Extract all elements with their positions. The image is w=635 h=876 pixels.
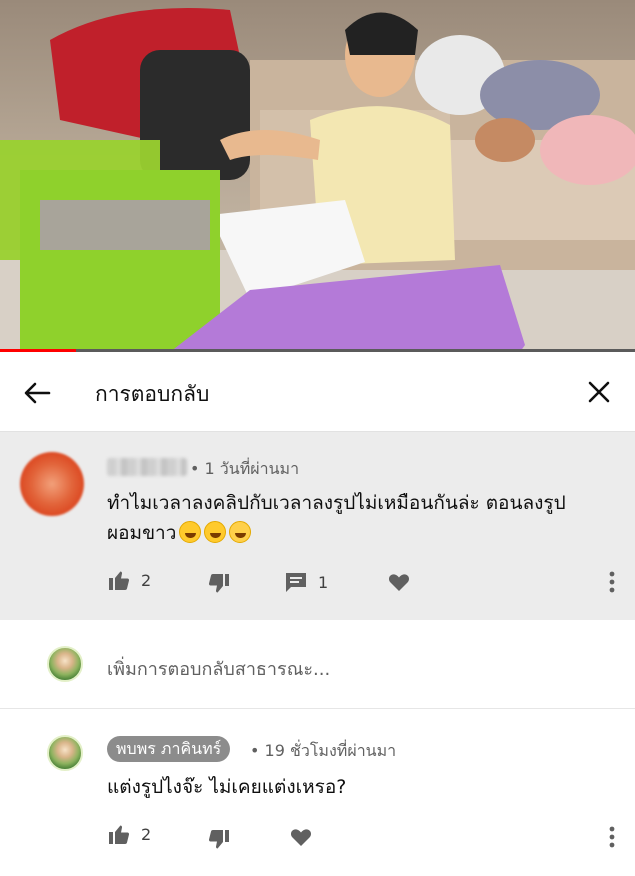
heart-icon xyxy=(290,829,312,846)
close-button[interactable] xyxy=(585,378,613,406)
reply-heart-button[interactable] xyxy=(289,823,313,851)
thumbs-down-icon xyxy=(208,830,229,849)
comment-icon xyxy=(286,573,306,592)
smiling-face-emoji-icon xyxy=(229,521,252,543)
reply-time: • 19 ชั่วโมงที่ผ่านมา xyxy=(250,741,397,760)
reply-author-name[interactable]: พบพร ภาคินทร์ xyxy=(107,736,231,762)
more-vert-icon xyxy=(609,571,615,593)
comment-text-line-2: ผอมขาว xyxy=(107,522,177,544)
reply-author-avatar[interactable] xyxy=(47,735,83,771)
reply-text: แต่งรูปไงจ๊ะ ไม่เคยแต่งเหรอ? xyxy=(107,776,347,798)
thumbs-up-icon xyxy=(109,571,130,590)
video-player[interactable] xyxy=(0,0,635,352)
grinning-face-emoji-icon xyxy=(179,521,202,543)
thumbs-down-icon xyxy=(208,574,229,593)
back-button[interactable] xyxy=(22,378,52,408)
arrow-left-icon xyxy=(24,382,51,404)
commenter-avatar[interactable] xyxy=(20,452,84,516)
comment-text-line-1: ทำไมเวลาลงคลิปกับเวลาลงรูปไม่เหมือนกันล่… xyxy=(107,492,566,514)
grinning-face-emoji-icon xyxy=(204,521,227,543)
comment-menu-button[interactable] xyxy=(608,570,616,594)
more-vert-icon xyxy=(609,826,615,848)
like-button[interactable]: 2 xyxy=(107,566,151,594)
reply-button[interactable]: 1 xyxy=(284,568,328,596)
thumbs-up-icon xyxy=(109,825,130,844)
heart-button[interactable] xyxy=(387,568,411,596)
reply-dislike-button[interactable] xyxy=(207,826,231,854)
replies-header: การตอบกลับ xyxy=(0,352,635,432)
video-frame-image xyxy=(0,8,635,352)
reply-like-count: 2 xyxy=(141,824,152,844)
commenter-name-blurred xyxy=(107,458,187,476)
close-icon xyxy=(588,381,610,403)
add-reply-input[interactable]: เพิ่มการตอบกลับสาธารณะ... xyxy=(107,654,330,683)
heart-icon xyxy=(388,574,410,591)
like-count: 2 xyxy=(141,570,152,590)
user-avatar xyxy=(47,646,83,682)
page-title: การตอบกลับ xyxy=(95,382,210,406)
comment-time: • 1 วันที่ผ่านมา xyxy=(190,459,300,478)
reply-comment: พบพร ภาคินทร์ • 19 ชั่วโมงที่ผ่านมา แต่ง… xyxy=(0,709,635,876)
reply-like-button[interactable]: 2 xyxy=(107,820,151,848)
reply-menu-button[interactable] xyxy=(608,825,616,849)
comment-text: ทำไมเวลาลงคลิปกับเวลาลงรูปไม่เหมือนกันล่… xyxy=(107,488,617,548)
dislike-button[interactable] xyxy=(207,570,231,598)
add-reply-bar[interactable]: เพิ่มการตอบกลับสาธารณะ... xyxy=(0,620,635,709)
reply-count: 1 xyxy=(318,572,329,592)
